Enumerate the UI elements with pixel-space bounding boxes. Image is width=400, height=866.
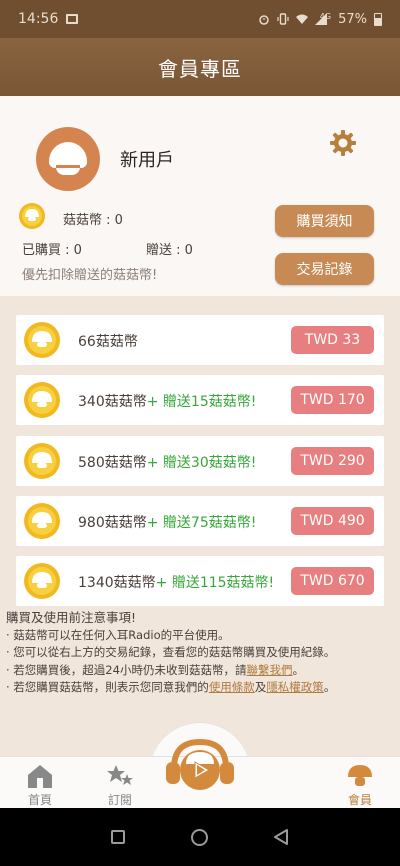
- purchased-count: 已購買 : 0: [22, 243, 82, 258]
- privacy-policy-link[interactable]: 隱私權政策: [266, 680, 324, 694]
- package-bonus: + 贈送15菇菇幣!: [146, 394, 257, 410]
- notes-line: · 若您購買菇菇幣，則表示您同意我們的使用條款及隱私權政策。: [6, 679, 335, 697]
- price-button[interactable]: TWD 490: [291, 507, 374, 535]
- notes-line: · 若您購買後，超過24小時仍未收到菇菇幣，請聯繫我們。: [6, 662, 335, 680]
- price-button[interactable]: TWD 33: [291, 326, 374, 354]
- status-icons: 4G 57%: [258, 12, 382, 27]
- system-nav-bar: [0, 808, 400, 866]
- profile-card: 新用戶 菇菇幣 : 0 已購買 : 0 贈送 : 0 優先扣除贈送的菇菇幣! 購…: [0, 96, 400, 296]
- package-name: 980菇菇幣: [78, 515, 147, 531]
- notes-line: · 您可以從右上方的交易紀錄，查看您的菇菇幣購買及使用紀錄。: [6, 645, 336, 659]
- status-bar: 14:56 4G 57%: [0, 0, 400, 38]
- coin-icon: [24, 563, 60, 599]
- package-row[interactable]: 66菇菇幣 TWD 33: [16, 315, 384, 365]
- nav-home-label: 首頁: [27, 793, 52, 807]
- package-name: 1340菇菇幣: [78, 575, 156, 591]
- back-triangle-icon[interactable]: [273, 828, 289, 846]
- house-icon: [28, 765, 52, 788]
- battery-percent: 57%: [338, 11, 367, 27]
- package-label: 980菇菇幣+ 贈送75菇菇幣!: [78, 512, 256, 532]
- notes-text: · 若您購買後，超過24小時仍未收到菇菇幣，請: [6, 662, 247, 677]
- package-row[interactable]: 340菇菇幣+ 贈送15菇菇幣! TWD 170: [16, 375, 384, 425]
- page-title: 會員專區: [158, 56, 242, 81]
- purchase-notes: 購買及使用前注意事項! · 菇菇幣可以在任何入耳Radio的平台使用。 · 您可…: [6, 609, 335, 697]
- nav-home[interactable]: 首頁: [10, 757, 70, 809]
- coin-icon: [24, 503, 60, 539]
- gear-icon[interactable]: [330, 130, 356, 156]
- price-button[interactable]: TWD 670: [291, 567, 374, 595]
- battery-icon: [374, 12, 382, 26]
- image-icon: [66, 14, 79, 24]
- package-bonus: + 贈送75菇菇幣!: [146, 515, 257, 531]
- mushroom-icon: [348, 765, 372, 786]
- package-row[interactable]: 580菇菇幣+ 贈送30菇菇幣! TWD 290: [16, 436, 384, 486]
- package-name: 580菇菇幣: [78, 455, 147, 471]
- username: 新用戶: [120, 150, 174, 171]
- notes-text: · 若您購買菇菇幣，則表示您同意我們的: [6, 680, 209, 694]
- notes-text: 及: [254, 680, 267, 694]
- gifted-count: 贈送 : 0: [146, 243, 193, 258]
- package-name: 66菇菇幣: [78, 334, 138, 350]
- package-label: 340菇菇幣+ 贈送15菇菇幣!: [78, 391, 256, 411]
- vibrate-icon: [277, 13, 289, 25]
- nav-subscribe[interactable]: 訂閱: [90, 757, 150, 809]
- notes-text: 。: [292, 662, 304, 677]
- package-label: 66菇菇幣: [78, 331, 138, 351]
- notes-text: 。: [323, 680, 336, 694]
- coin-icon: [24, 443, 60, 479]
- package-label: 1340菇菇幣+ 贈送115菇菇幣!: [78, 572, 274, 592]
- package-row[interactable]: 980菇菇幣+ 贈送75菇菇幣! TWD 490: [16, 496, 384, 546]
- notes-heading: 購買及使用前注意事項!: [6, 610, 137, 625]
- network-type: 4G: [319, 11, 332, 21]
- status-time: 14:56: [18, 11, 59, 27]
- stars-icon: [107, 765, 133, 785]
- alarm-icon: [259, 15, 269, 25]
- nav-subscribe-label: 訂閱: [107, 793, 132, 807]
- contact-us-link[interactable]: 聯繫我們: [246, 663, 292, 677]
- wifi-icon: [295, 14, 308, 24]
- package-name: 340菇菇幣: [78, 394, 147, 410]
- transaction-records-button[interactable]: 交易記錄: [275, 253, 374, 285]
- priority-note: 優先扣除贈送的菇菇幣!: [22, 268, 158, 283]
- home-circle-icon[interactable]: [191, 829, 208, 846]
- mushroom-stem-icon: [56, 165, 80, 175]
- package-label: 580菇菇幣+ 贈送30菇菇幣!: [78, 452, 256, 472]
- price-button[interactable]: TWD 290: [291, 447, 374, 475]
- terms-link[interactable]: 使用條款: [209, 680, 255, 694]
- coin-icon: [19, 203, 45, 229]
- avatar[interactable]: [36, 127, 100, 191]
- price-button[interactable]: TWD 170: [291, 386, 374, 414]
- coin-icon: [24, 322, 60, 358]
- package-row[interactable]: 1340菇菇幣+ 贈送115菇菇幣! TWD 670: [16, 556, 384, 606]
- coin-balance: 菇菇幣 : 0: [63, 213, 123, 228]
- recent-apps-icon[interactable]: [111, 830, 125, 844]
- purchase-notice-button[interactable]: 購買須知: [275, 205, 374, 237]
- package-bonus: + 贈送115菇菇幣!: [155, 575, 275, 591]
- app-header: 會員專區: [0, 38, 400, 96]
- package-bonus: + 贈送30菇菇幣!: [146, 455, 257, 471]
- nav-member-label: 會員: [347, 793, 372, 807]
- nav-member[interactable]: 會員: [330, 757, 390, 809]
- radio-play-button[interactable]: [160, 730, 240, 798]
- coin-icon: [24, 382, 60, 418]
- notes-line: · 菇菇幣可以在任何入耳Radio的平台使用。: [6, 627, 230, 642]
